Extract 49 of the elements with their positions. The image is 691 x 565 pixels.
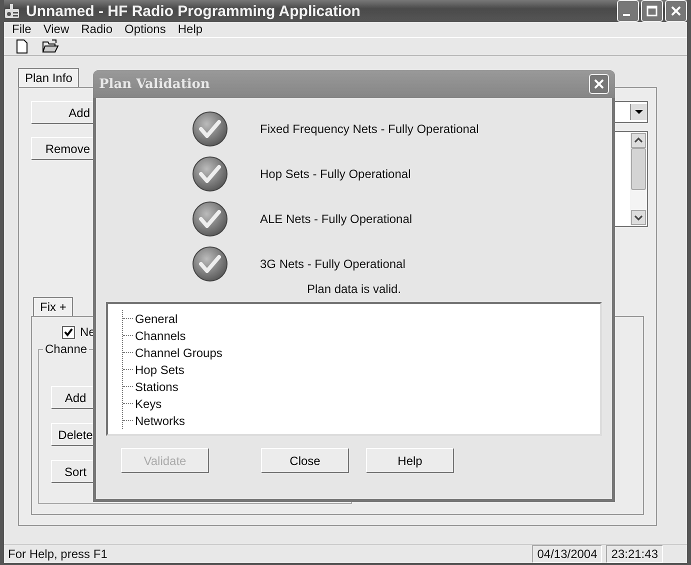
tree-item[interactable]: Channels [135,328,186,342]
close-button[interactable] [665,0,687,22]
check-circle-icon [192,200,228,236]
tree-item[interactable]: Networks [135,414,186,428]
result-label: 3G Nets - Fully Operational [260,256,406,270]
menu-item[interactable]: File [12,22,32,36]
close-button[interactable] [589,74,609,94]
close-icon [593,78,605,90]
minimize-button[interactable] [617,0,639,22]
validation-message: Plan data is valid. [306,282,402,296]
maximize-button[interactable] [641,0,663,22]
status-text: For Help, press F1 [8,547,108,561]
menu-item[interactable]: View [43,22,70,36]
maximize-icon [646,5,658,17]
dialog-button[interactable]: Help [366,448,454,473]
menu-item[interactable]: Radio [81,22,112,36]
tab[interactable]: Plan Info [18,68,80,87]
result-label: ALE Nets - Fully Operational [260,212,412,226]
check-circle-icon [192,110,228,146]
tree-item[interactable]: Stations [135,380,178,394]
plan-button[interactable]: Remove [31,137,95,160]
minimize-icon [623,14,630,16]
dialog-title: Plan Validation [99,76,210,92]
tree-item[interactable]: Channel Groups [135,346,222,360]
window-title: Unnamed - HF Radio Programming Application [26,2,360,20]
new-document-icon[interactable] [16,38,28,54]
result-label: Fixed Frequency Nets - Fully Operational [260,122,479,136]
menu-item[interactable]: Options [124,22,166,36]
tree-item[interactable]: Hop Sets [135,362,184,376]
scroll-up-icon[interactable] [631,133,646,148]
checkbox[interactable] [62,326,75,338]
result-label: Hop Sets - Fully Operational [260,166,411,180]
tree-item[interactable]: Keys [135,396,162,410]
menu-item[interactable]: Help [178,22,203,36]
plan-button[interactable]: Add [31,101,95,124]
scroll-thumb[interactable] [631,148,646,190]
check-circle-icon [192,156,228,192]
group-label: Channe [43,342,90,356]
tree-item[interactable]: General [135,312,178,326]
radio-icon [4,3,20,19]
close-icon [670,5,682,17]
check-circle-icon [192,246,228,282]
status-time: 23:21:43 [606,545,663,563]
dialog-button[interactable]: Close [261,448,349,473]
tab[interactable]: Fix + [33,297,74,316]
scrollbar[interactable] [630,132,647,226]
open-folder-icon[interactable] [42,39,59,54]
status-date: 04/13/2004 [532,545,602,563]
scroll-down-icon[interactable] [631,210,646,225]
